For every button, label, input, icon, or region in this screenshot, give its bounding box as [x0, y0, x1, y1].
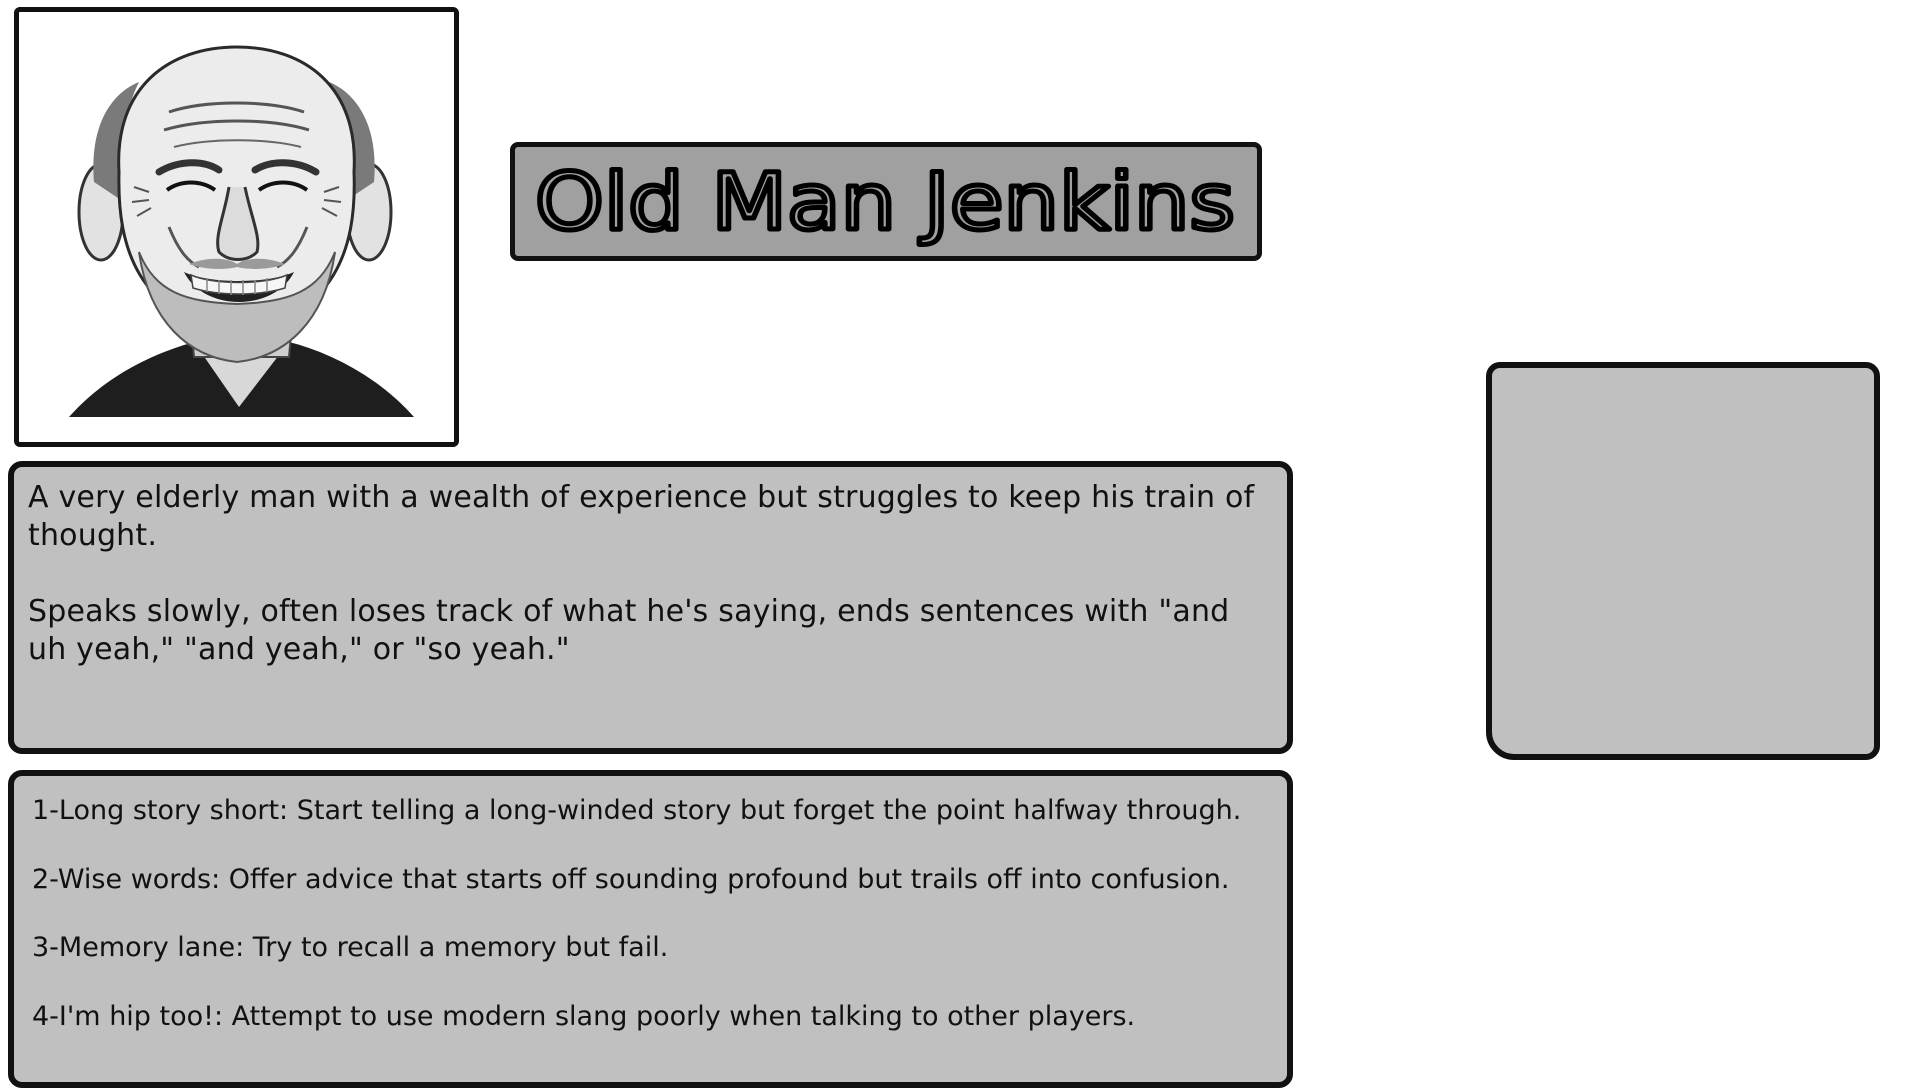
move-item: 1-Long story short: Start telling a long…: [32, 795, 1242, 826]
character-description: A very elderly man with a wealth of expe…: [8, 461, 1293, 754]
move-item: 4-I'm hip too!: Attempt to use modern sl…: [32, 1000, 1136, 1032]
old-man-portrait-icon: [19, 12, 454, 442]
character-portrait: [14, 7, 459, 447]
move-item: 3-Memory lane: Try to recall a memory bu…: [32, 932, 669, 963]
empty-side-panel: [1486, 362, 1880, 760]
character-name-banner: Old Man Jenkins: [510, 142, 1262, 261]
character-name: Old Man Jenkins: [535, 158, 1235, 248]
character-moves: 1-Long story short: Start telling a long…: [8, 770, 1293, 1088]
description-paragraph: Speaks slowly, often loses track of what…: [28, 594, 1230, 667]
description-paragraph: A very elderly man with a wealth of expe…: [28, 480, 1255, 553]
move-item: 2-Wise words: Offer advice that starts o…: [32, 863, 1230, 895]
